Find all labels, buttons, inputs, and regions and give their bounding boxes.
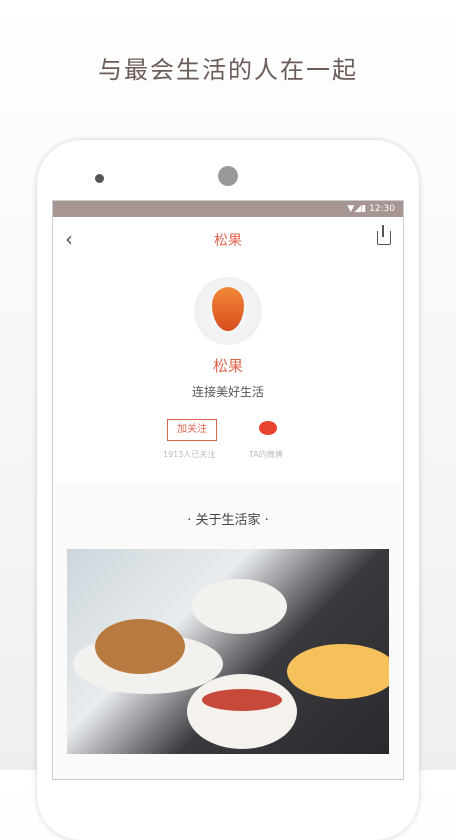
sensor-icon <box>95 174 104 183</box>
food-photo <box>67 549 389 754</box>
follow-button[interactable]: 加关注 <box>167 419 217 441</box>
top-bar: ‹ 松果 <box>53 217 403 263</box>
profile-tagline: 连接美好生活 <box>191 385 264 399</box>
profile-name: 松果 <box>212 357 243 375</box>
avatar <box>194 277 262 345</box>
weibo-icon[interactable] <box>259 421 277 435</box>
pinecone-logo-icon <box>212 287 244 331</box>
status-bar: ▼◢▮ 12:30 <box>53 201 403 217</box>
weibo-link[interactable]: TA的微博 <box>249 449 283 460</box>
camera-icon <box>218 166 238 186</box>
page-title: 松果 <box>214 233 242 249</box>
share-icon[interactable] <box>377 225 391 245</box>
section-title: · 关于生活家 · <box>187 513 269 528</box>
app-screen: ▼◢▮ 12:30 ‹ 松果 松果 连接美好生活 加关注 1913人已关注 TA… <box>52 200 404 780</box>
status-time: 12:30 <box>369 204 395 214</box>
profile-card: 松果 连接美好生活 加关注 1913人已关注 TA的微博 <box>53 263 403 483</box>
headline: 与最会生活的人在一起 <box>98 56 358 84</box>
followers-count: 1913人已关注 <box>163 450 216 459</box>
